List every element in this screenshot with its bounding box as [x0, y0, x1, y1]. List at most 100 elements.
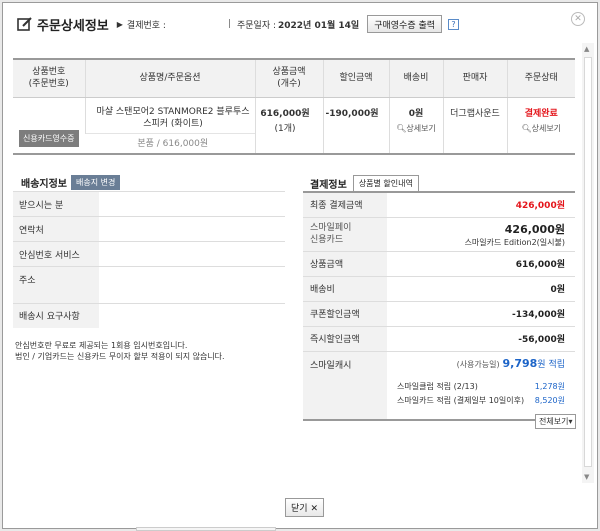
table-row: 스마일캐시 (사용가능일) 9,798원 적립 스마일클럽 적립 (2/13) 1…: [303, 350, 575, 420]
smilecash-available: (사용가능일): [456, 359, 500, 369]
close-button[interactable]: 닫기 ✕: [285, 498, 324, 517]
edit-icon: [17, 17, 32, 31]
smilecash-unit: 원 적립: [537, 359, 565, 370]
method-label-line: 스마일페이: [310, 223, 352, 233]
scrollbar-thumb[interactable]: [584, 57, 592, 467]
club-reward-value: 1,278원: [534, 381, 565, 391]
col-header-product-name: 상품명/주문옵션: [84, 58, 255, 98]
method-amount: 426,000원: [504, 222, 565, 236]
background-tab: [136, 527, 276, 531]
scrollbar[interactable]: ▲ ▼: [582, 43, 594, 483]
field-label: 배송시 요구사항: [13, 303, 99, 328]
change-address-button[interactable]: 배송지 변경: [71, 175, 121, 190]
shipping-section-title: 배송지정보: [21, 179, 67, 190]
coupon-discount-value: -134,000원: [387, 300, 575, 326]
col-header-product-no: 상품번호 (주문번호): [13, 58, 85, 98]
table-row: 스마일페이 신용카드 426,000원 스마일카드 Edition2(일시불): [303, 216, 575, 251]
status-detail-link[interactable]: 🔍︎상세보기: [508, 123, 576, 134]
view-all-button[interactable]: 전체보기▾: [535, 414, 577, 429]
final-amount-label: 최종 결제금액: [303, 191, 387, 217]
order-status: 결제완료: [524, 108, 558, 119]
payment-method-label: 스마일페이 신용카드: [303, 216, 387, 251]
modal-header: 주문상세정보 ▶ 결제번호 : | 주문일자 : 2022년 01월 14일 구…: [17, 13, 577, 35]
product-amount-label: 상품금액: [303, 250, 387, 276]
shipping-detail-text: 상세보기: [406, 123, 436, 133]
field-value: [99, 303, 285, 328]
table-row: 받으시는 분: [13, 191, 285, 217]
col-header-text: 상품명/주문옵션: [139, 73, 201, 84]
shipping-section-header: 배송지정보 배송지 변경: [21, 175, 121, 190]
field-value: [99, 216, 285, 242]
field-value: [99, 241, 285, 267]
payment-no-label: 결제번호 :: [126, 20, 166, 31]
card-receipt-button[interactable]: 신용카드영수증: [18, 129, 79, 147]
col-header-shipping: 배송비: [388, 58, 443, 98]
smilecash-breakdown: 스마일클럽 적립 (2/13) 1,278원 스마일카드 적립 (결제일부 10일…: [387, 380, 565, 408]
col-header-seller: 판매자: [442, 58, 507, 98]
table-row: 최종 결제금액 426,000원: [303, 191, 575, 217]
price-cell: 616,000원 (1개): [254, 97, 323, 134]
notice-line: 안심번호란 무료로 제공되는 1회용 임시번호입니다.: [15, 341, 188, 350]
field-label: 받으시는 분: [13, 191, 99, 217]
scroll-up-icon[interactable]: ▲: [584, 45, 589, 53]
smilecash-summary: (사용가능일) 9,798원 적립: [387, 357, 565, 371]
field-value: [99, 191, 285, 217]
shipping-info-table: 받으시는 분 연락처 안심번호 서비스 주소 배송시 요구사항: [13, 191, 285, 328]
card-reward-label: 스마일카드 적립 (결제일부 10일이후): [397, 395, 525, 405]
instant-discount-value: -56,000원: [387, 325, 575, 351]
shipping-fee: 0원: [408, 108, 424, 119]
discount-detail-button[interactable]: 상품별 할인내역: [352, 175, 419, 192]
table-row: 신용카드영수증 마샬 스탠모어2 STANMORE2 블루투스 스피커 (화이트…: [13, 97, 576, 147]
payment-method-cell: 426,000원 스마일카드 Edition2(일시불): [387, 216, 575, 251]
table-row: 즉시할인금액 -56,000원: [303, 325, 575, 351]
scroll-down-icon[interactable]: ▼: [584, 473, 589, 481]
shipping-detail-link[interactable]: 🔍︎상세보기: [390, 123, 443, 134]
product-quantity: (1개): [274, 123, 296, 134]
notice-line: 법인 / 기업카드는 신용카드 무이자 할부 적용이 되지 않습니다.: [15, 352, 225, 361]
close-x-icon: ✕: [310, 504, 318, 514]
table-row: 안심번호 서비스: [13, 241, 285, 267]
chevron-down-icon: ▾: [568, 417, 573, 426]
smilecash-label: 스마일캐시: [303, 350, 387, 420]
instant-discount-label: 즉시할인금액: [303, 325, 387, 351]
col-header-text: 판매자: [462, 73, 488, 84]
col-header-text: 할인금액: [339, 73, 373, 84]
shipping-fee-label: 배송비: [303, 275, 387, 301]
help-icon[interactable]: ?: [448, 18, 460, 30]
payment-section-header: 결제정보 상품별 할인내역: [310, 175, 419, 192]
col-header-status: 주문상태: [506, 58, 575, 98]
discount-amount: -190,000원: [322, 97, 389, 134]
field-value: [99, 266, 285, 304]
shipping-fee-value: 0원: [387, 275, 575, 301]
modal-title: 주문상세정보: [37, 18, 109, 34]
list-item: 스마일카드 적립 (결제일부 10일이후) 8,520원: [387, 394, 565, 408]
col-header-text: 주문상태: [524, 73, 558, 84]
table-row: 배송비 0원: [303, 275, 575, 301]
field-label: 연락처: [13, 216, 99, 242]
col-header-discount: 할인금액: [322, 58, 389, 98]
magnifier-icon: 🔍︎: [521, 123, 532, 133]
table-row: 주소: [13, 266, 285, 304]
smilecash-amount: 9,798: [502, 356, 538, 370]
list-item: 스마일클럽 적립 (2/13) 1,278원: [387, 380, 565, 394]
purchase-receipt-button[interactable]: 구매영수증 출력: [367, 15, 443, 33]
seller-name[interactable]: 더그랩사운드: [442, 97, 507, 134]
col-header-price: 상품금액 (개수): [254, 58, 323, 98]
empty-cell: [506, 133, 575, 154]
close-icon[interactable]: ✕: [571, 12, 585, 26]
view-all-label: 전체보기: [539, 417, 569, 426]
card-reward-value: 8,520원: [534, 395, 565, 405]
product-no-cell: 신용카드영수증: [13, 97, 85, 154]
empty-cell: [322, 133, 389, 154]
order-date-label: 주문일자 :: [236, 20, 276, 31]
table-row: 본품 / 616,000원: [13, 133, 575, 154]
order-detail-modal: 주문상세정보 ▶ 결제번호 : | 주문일자 : 2022년 01월 14일 구…: [2, 2, 598, 529]
club-reward-label: 스마일클럽 적립 (2/13): [397, 381, 478, 391]
order-date-value: 2022년 01월 14일: [278, 20, 360, 31]
final-amount-value: 426,000원: [387, 191, 575, 217]
method-label-line: 신용카드: [310, 235, 344, 245]
product-name[interactable]: 마샬 스탠모어2 STANMORE2 블루투스 스피커 (화이트): [84, 97, 255, 134]
status-cell: 결제완료 🔍︎상세보기: [506, 97, 576, 134]
col-header-text: 배송비: [403, 73, 429, 84]
coupon-discount-label: 쿠폰할인금액: [303, 300, 387, 326]
